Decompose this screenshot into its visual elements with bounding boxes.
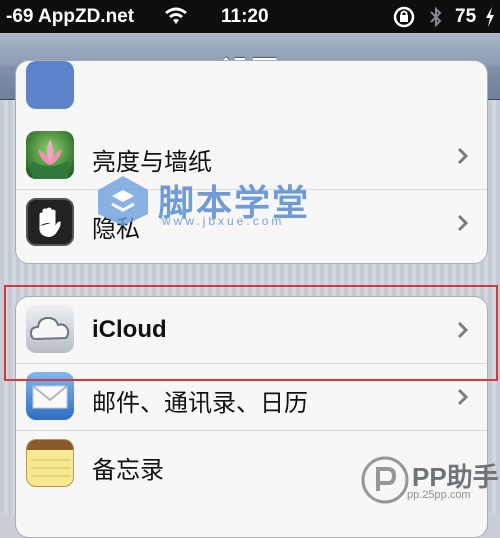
rotation-lock-icon (393, 6, 415, 28)
notes-icon (26, 439, 74, 487)
wifi-icon (165, 7, 187, 24)
bluetooth-icon (430, 6, 442, 28)
carrier-label: -69 AppZD.net (6, 6, 135, 27)
chevron-right-icon (457, 388, 469, 406)
highlight-box (4, 285, 498, 381)
status-bar: -69 AppZD.net 11:20 75 (0, 0, 500, 33)
corner-watermark-sub: pp.25pp.com (407, 489, 471, 501)
charging-bolt-icon (486, 7, 494, 27)
battery-percent: 75 (455, 6, 477, 27)
brightness-wallpaper-icon (26, 131, 74, 179)
corner-watermark: PP助手 pp.25pp.com (360, 445, 500, 515)
settings-row-label: 邮件、通讯录、日历 (92, 390, 308, 417)
clock: 11:20 (221, 6, 269, 27)
partial-app-icon (26, 61, 74, 109)
watermark-sub: www.jbxue.com (162, 214, 285, 228)
watermark-logo-icon (98, 176, 148, 226)
chevron-right-icon (457, 147, 469, 165)
chevron-right-icon (457, 214, 469, 232)
pp-logo-icon (361, 456, 409, 504)
privacy-hand-icon (26, 198, 74, 246)
settings-row-label: 备忘录 (92, 457, 164, 484)
watermark: 脚本学堂 www.jbxue.com (88, 170, 318, 230)
settings-group-display: 亮度与墙纸 隐私 (15, 60, 488, 264)
